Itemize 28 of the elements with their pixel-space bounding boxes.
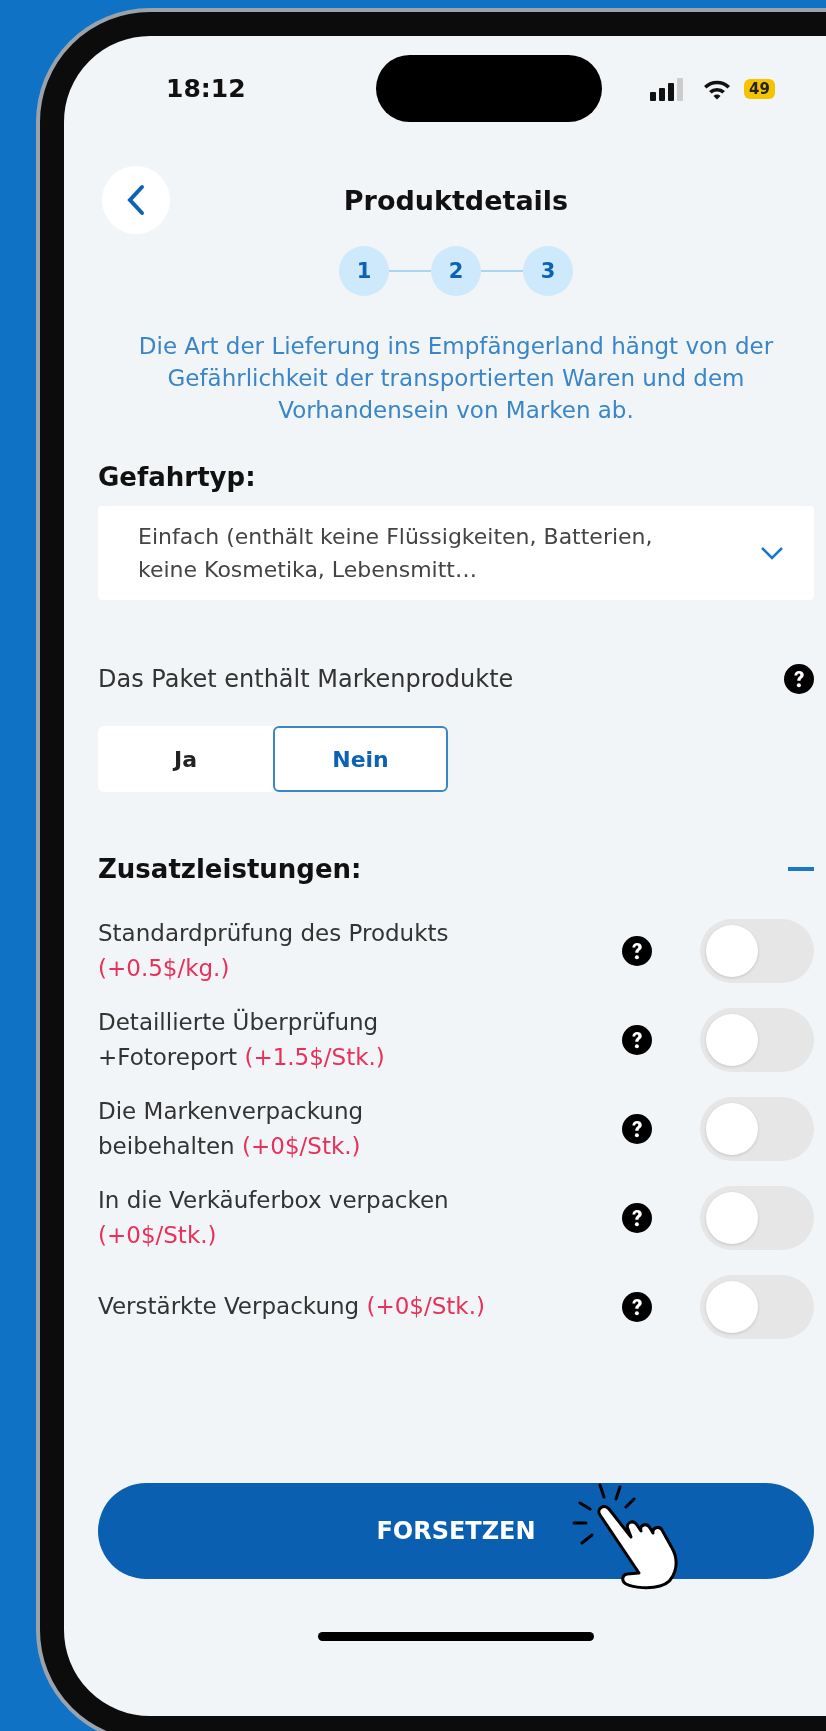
hazard-dropdown[interactable]: Einfach (enthält keine Flüssigkeiten, Batterien, keine Kosmetika, Lebensmitt… — [98, 506, 814, 600]
option-button[interactable]: Ja — [98, 726, 273, 792]
help-icon[interactable] — [622, 1291, 652, 1322]
option-button[interactable]: Nein — [273, 726, 448, 792]
service-label: Detaillierte Überprüfung +Fotoreport (+1.5$/Stk.) — [98, 1007, 386, 1072]
step-indicator: 2 — [431, 246, 481, 296]
help-icon[interactable] — [622, 1113, 652, 1144]
service-label: Verstärkte Verpackung (+0$/Stk.) — [98, 1292, 485, 1321]
chevron-down-icon — [760, 546, 784, 560]
help-icon[interactable] — [622, 1202, 652, 1233]
help-icon[interactable] — [622, 935, 652, 966]
chevron-left-icon — [126, 184, 146, 216]
service-label: Die Markenverpackung beibehalten (+0$/Stk.) — [98, 1096, 365, 1161]
step-indicator: 3 — [523, 246, 573, 296]
page-title: Produktdetails — [343, 184, 569, 216]
minus-icon — [788, 867, 814, 871]
info-text: Die Art der Lieferung ins Empfängerland hängt von der Gefährlichkeit der transportierten Waren und dem Vorhandensein von Marken ab. — [137, 332, 775, 425]
question-text: Das Paket enthält Markenprodukte — [98, 665, 514, 693]
service-label: In die Verkäuferbox verpacken (+0$/Stk.) — [98, 1185, 450, 1250]
battery-level: 49 — [744, 78, 775, 99]
help-icon[interactable] — [784, 664, 814, 694]
help-icon[interactable] — [622, 1024, 652, 1055]
step-indicator: 1 — [339, 246, 389, 296]
status-time: 18:12 — [166, 74, 247, 103]
section-label: Gefahrtyp: — [98, 462, 257, 492]
section-label: Zusatzleistungen: — [98, 854, 362, 884]
service-label: Standardprüfung des Produkts (+0.5$/kg.) — [98, 918, 450, 983]
continue-button[interactable]: FORSETZEN — [98, 1483, 814, 1579]
